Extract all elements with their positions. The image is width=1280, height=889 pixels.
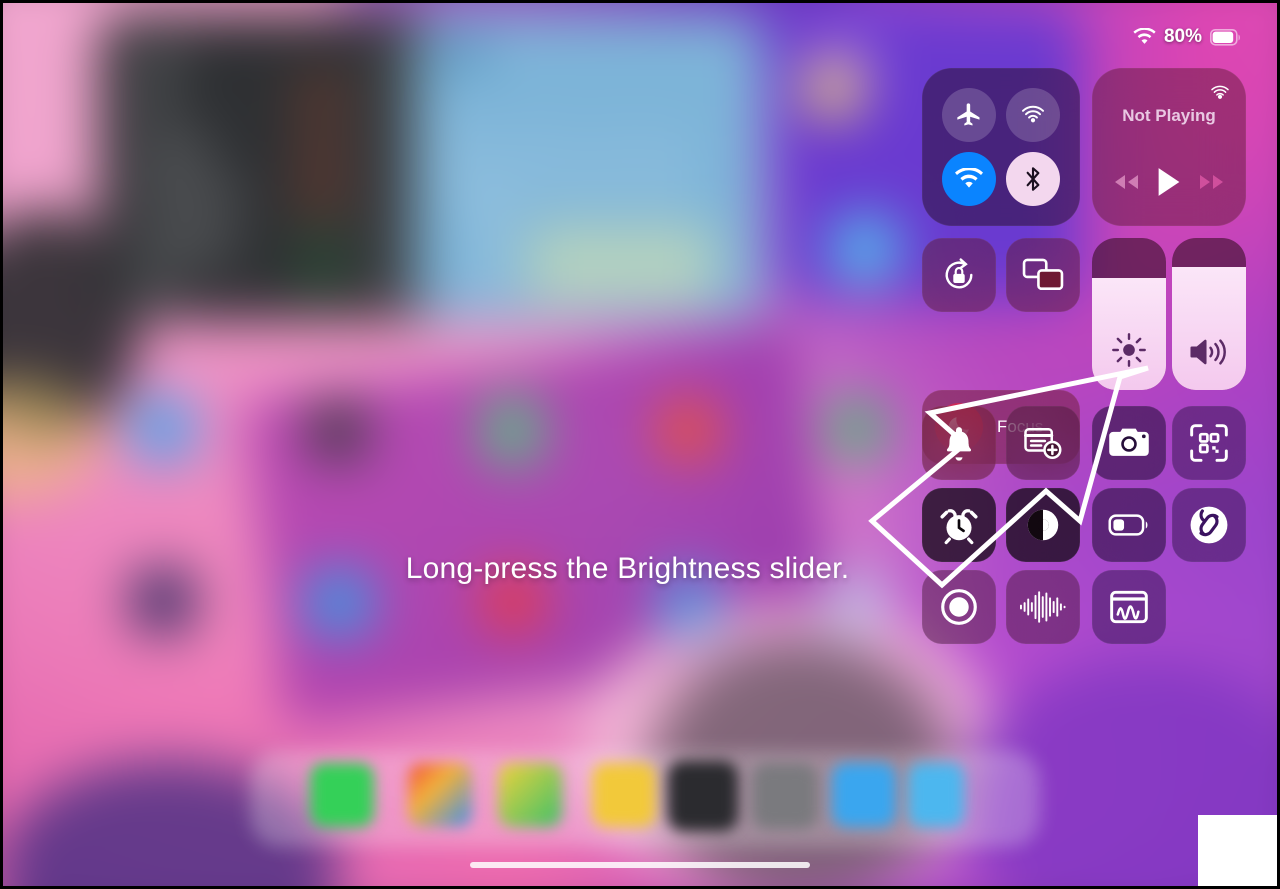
volume-icon (1188, 335, 1230, 374)
connectivity-cluster (922, 68, 1080, 226)
ipad-control-center-screenshot: 80% Not Playing Focus Long-press the Bri… (0, 0, 1280, 889)
airdrop-button[interactable] (1006, 88, 1060, 142)
alarm-button[interactable] (922, 488, 996, 562)
wifi-button[interactable] (942, 152, 996, 206)
wifi-icon (1133, 28, 1156, 46)
airplane-mode-button[interactable] (942, 88, 996, 142)
battery-percent-label: 80% (1163, 26, 1202, 47)
silent-mode-button[interactable] (922, 406, 996, 480)
camera-button[interactable] (1092, 406, 1166, 480)
screen-mirroring-button[interactable] (1006, 238, 1080, 312)
caption-text: Long-press the Brightness slider. (405, 552, 850, 585)
status-bar: 80% (1133, 26, 1242, 48)
rotation-lock-button[interactable] (922, 238, 996, 312)
now-playing-card[interactable]: Not Playing (1092, 68, 1246, 226)
quick-note-button[interactable] (1006, 406, 1080, 480)
shazam-button[interactable] (1172, 488, 1246, 562)
now-playing-title: Not Playing (1122, 106, 1216, 125)
volume-slider[interactable] (1172, 238, 1246, 390)
battery-icon (1210, 28, 1242, 46)
rewind-button[interactable] (1112, 173, 1140, 196)
dark-mode-button[interactable] (1006, 488, 1080, 562)
play-button[interactable] (1156, 167, 1182, 202)
low-power-mode-button[interactable] (1092, 488, 1166, 562)
code-scanner-button[interactable] (1172, 406, 1246, 480)
bluetooth-button[interactable] (1006, 152, 1060, 206)
fast-forward-button[interactable] (1198, 173, 1226, 196)
brightness-icon (1110, 331, 1148, 374)
home-indicator (470, 862, 810, 868)
brightness-slider[interactable] (1092, 238, 1166, 390)
white-corner-box (1198, 815, 1280, 889)
